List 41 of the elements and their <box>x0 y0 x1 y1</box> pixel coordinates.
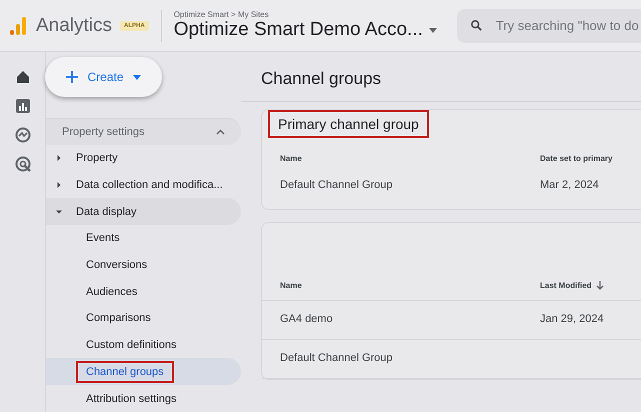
property-picker[interactable]: Optimize Smart Demo Acco... <box>174 19 437 41</box>
table-cell-text: Default Channel Group <box>279 178 394 193</box>
sidebar-item[interactable]: Events <box>46 224 241 252</box>
analytics-logo <box>10 16 26 36</box>
column-header[interactable]: Name <box>262 271 522 301</box>
search-field[interactable]: Try searching "how to do <box>456 8 641 42</box>
table-cell: Jan 29, 2024 <box>522 301 641 340</box>
triangle-icon <box>56 182 62 188</box>
table-cell: GA4 demo <box>262 301 522 340</box>
sidebar-item[interactable]: Data display <box>46 198 241 225</box>
dropdown-caret-icon <box>132 74 141 80</box>
sidebar-item[interactable]: Attribution settings <box>46 385 241 412</box>
card-title: Primary channel group <box>270 112 427 136</box>
search-input[interactable]: Try searching "how to do <box>494 17 641 34</box>
sidebar-item[interactable]: Custom definitions <box>46 332 241 358</box>
breadcrumb[interactable]: Optimize Smart > My Sites <box>174 10 437 19</box>
sidebar-item[interactable]: Channel groups <box>46 358 241 386</box>
plus-icon <box>66 71 78 83</box>
search-icon <box>470 19 482 32</box>
reports-icon[interactable] <box>14 97 32 115</box>
column-header[interactable]: Date set to primary <box>522 136 641 171</box>
dropdown-caret-icon <box>428 28 437 32</box>
column-header[interactable]: Name <box>262 136 522 171</box>
sidebar-item[interactable]: Audiences <box>46 278 241 306</box>
sort-arrow-icon <box>596 281 604 290</box>
sidebar-item[interactable]: Comparisons <box>46 305 241 332</box>
triangle-icon <box>56 155 62 162</box>
column-header[interactable]: Last Modified <box>522 271 641 301</box>
triangle-icon <box>56 208 62 215</box>
section-header[interactable]: Property settings <box>46 118 241 145</box>
sidebar-item[interactable]: Property <box>46 144 241 172</box>
create-button[interactable]: Create <box>45 57 162 97</box>
advertising-icon[interactable] <box>14 155 32 173</box>
sidebar-item[interactable]: Conversions <box>46 252 241 278</box>
page-title: Channel groups <box>241 69 641 102</box>
chevron-icon <box>216 128 225 135</box>
product-name: Analytics <box>36 14 112 36</box>
sidebar-item[interactable]: Data collection and modifica... <box>46 171 241 198</box>
table-cell: Default Channel Group <box>262 340 522 379</box>
table-cell-text: Mar 2, 2024 <box>539 178 600 193</box>
explore-icon[interactable] <box>14 126 32 144</box>
